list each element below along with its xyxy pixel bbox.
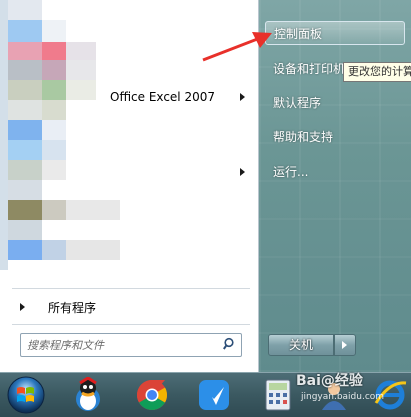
divider [12, 288, 250, 289]
divider [12, 324, 250, 325]
calculator-icon[interactable] [260, 377, 296, 413]
help-and-support-item[interactable]: 帮助和支持 [265, 125, 405, 149]
default-programs-item[interactable]: 默认程序 [265, 91, 405, 115]
chevron-right-icon [20, 303, 25, 311]
submenu-arrow-icon[interactable] [240, 93, 245, 101]
start-orb-icon[interactable] [6, 375, 46, 415]
submenu-arrow-icon[interactable] [240, 168, 245, 176]
search-box[interactable] [20, 333, 242, 357]
chrome-icon[interactable] [134, 377, 170, 413]
watermark-logo: Bai@经验 [296, 373, 363, 389]
pixelated-program-icons [0, 0, 128, 270]
qq-icon[interactable] [70, 377, 106, 413]
search-input[interactable] [25, 336, 219, 354]
annotation-arrow-icon [202, 32, 272, 62]
feiyu-icon[interactable] [196, 377, 232, 413]
shutdown-button[interactable]: 关机 [268, 334, 334, 356]
chevron-right-icon [342, 341, 347, 349]
shutdown-options-button[interactable] [334, 334, 356, 356]
search-icon[interactable] [223, 337, 237, 351]
tooltip: 更改您的计算 [343, 62, 411, 82]
start-menu-right-pane: 控制面板 设备和打印机 默认程序 帮助和支持 运行... [259, 0, 411, 372]
all-programs-label: 所有程序 [48, 301, 97, 315]
run-item[interactable]: 运行... [265, 160, 405, 184]
control-panel-item[interactable]: 控制面板 [265, 21, 405, 45]
all-programs-button[interactable]: 所有程序 [12, 296, 248, 318]
watermark-url: jingyan.baidu.com [301, 392, 385, 402]
program-item-office-excel[interactable]: Office Excel 2007 [110, 90, 215, 104]
